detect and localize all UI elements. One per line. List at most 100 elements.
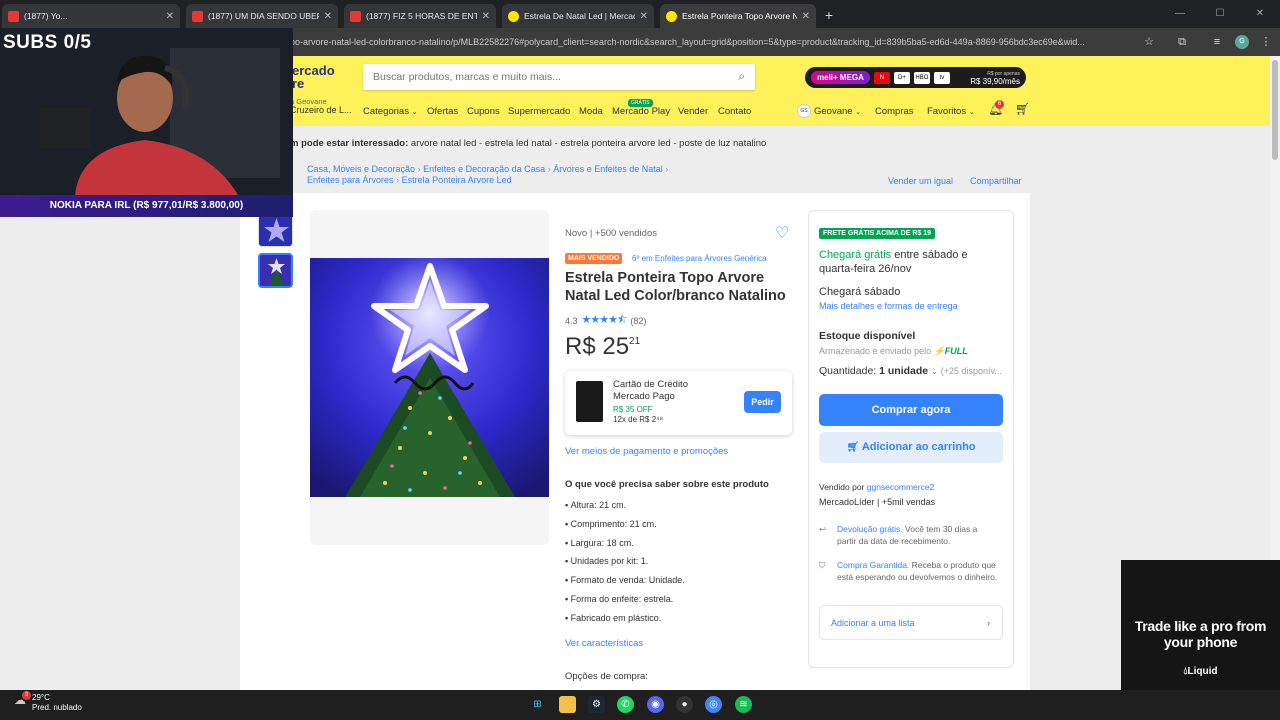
- hbo-logo-icon: HBO: [913, 71, 930, 84]
- nav-contato[interactable]: Contato: [718, 106, 751, 117]
- breadcrumb-link[interactable]: Estrela Ponteira Arvore Led: [402, 175, 512, 185]
- scrollbar-thumb[interactable]: [1272, 60, 1278, 160]
- credit-discount: R$ 35 OFF: [613, 405, 653, 414]
- chrome-icon[interactable]: ◎: [705, 696, 722, 713]
- tab-title: (1877) Yo...: [24, 11, 68, 21]
- breadcrumb-link[interactable]: Enfeites e Decoração da Casa: [423, 164, 545, 174]
- appletv-logo-icon: tv: [933, 71, 950, 84]
- delivery-details-link[interactable]: Mais detalhes e formas de entrega: [819, 301, 958, 311]
- payment-methods-link[interactable]: Ver meios de pagamento e promoções: [565, 446, 728, 457]
- bookmark-star-icon[interactable]: ☆: [1141, 34, 1157, 50]
- steam-icon[interactable]: ⚙: [588, 696, 605, 713]
- subs-counter: SUBS 0/5: [3, 32, 92, 53]
- windows-start-icon[interactable]: ⊞: [529, 696, 546, 713]
- nav-categorias[interactable]: Categorias ⌄: [363, 106, 417, 117]
- weather-badge: 3: [22, 691, 31, 700]
- product-photo[interactable]: [310, 258, 549, 497]
- notification-count-badge: 6: [995, 100, 1004, 109]
- thumbnail-selected[interactable]: [258, 253, 293, 288]
- share-link[interactable]: Compartilhar: [970, 176, 1022, 186]
- mercadolivre-logo[interactable]: ercado re: [292, 64, 335, 90]
- seller-reputation: MercadoLíder | +5mil vendas: [819, 497, 936, 507]
- request-card-button[interactable]: Pedir: [744, 391, 781, 413]
- specs-list: Altura: 21 cm. Comprimento: 21 cm. Largu…: [565, 500, 685, 632]
- rating-value: 4.3: [565, 315, 578, 326]
- close-icon[interactable]: ✕: [802, 11, 810, 22]
- breadcrumb-link[interactable]: Casa, Móveis e Decoração: [307, 164, 415, 174]
- close-icon[interactable]: ✕: [640, 11, 648, 22]
- search-box: ⌕: [363, 64, 755, 90]
- close-icon[interactable]: ✕: [482, 11, 490, 22]
- profile-avatar[interactable]: G: [1235, 35, 1249, 49]
- tab-5-active[interactable]: Estrela Ponteira Topo Arvore N... ✕: [660, 4, 816, 28]
- credit-card-icon: [576, 381, 603, 422]
- view-features-link[interactable]: Ver características: [565, 638, 643, 649]
- meli-plus-banner[interactable]: meli+ MEGA N D+ HBO tv R$ por apenas R$ 3…: [805, 67, 1026, 88]
- extensions-icon[interactable]: ⧉: [1174, 34, 1190, 50]
- new-tab-button[interactable]: +: [820, 6, 838, 24]
- shield-icon: ⛉: [819, 560, 826, 570]
- breadcrumb: Casa, Móveis e Decoração › Enfeites e De…: [307, 164, 669, 185]
- add-to-list-button[interactable]: Adicionar a uma lista ›: [819, 605, 1003, 640]
- cart-icon[interactable]: 🛒︎: [1015, 102, 1030, 116]
- file-explorer-icon[interactable]: [559, 696, 576, 713]
- ad-overlay: Trade like a pro from your phone 💧︎Liqui…: [1121, 560, 1280, 690]
- youtube-icon: [8, 10, 19, 22]
- favorite-heart-icon[interactable]: ♡: [775, 223, 789, 243]
- close-icon[interactable]: ✕: [166, 11, 174, 22]
- search-input[interactable]: [363, 64, 713, 90]
- weather-widget[interactable]: ☁ 3 29°C Pred. nublado: [14, 691, 82, 713]
- url-field[interactable]: po-arvore-natal-led-colorbranco-natalino…: [290, 33, 1140, 51]
- sell-same-link[interactable]: Vender um igual: [888, 176, 953, 186]
- ranking-link[interactable]: 6º em Enfeites para Árvores Genérica: [632, 254, 767, 263]
- nav-moda[interactable]: Moda: [579, 106, 603, 117]
- logo-text: re: [292, 76, 305, 91]
- tab-2[interactable]: (1877) UM DIA SENDO UBER - ... ✕: [186, 4, 338, 28]
- youtube-icon: [350, 10, 361, 22]
- free-return-perk: ↩ Devolução grátis. Você tem 30 dias a pa…: [819, 524, 978, 546]
- ad-brand: 💧︎Liquid: [1183, 666, 1218, 677]
- free-tag: GRÁTIS: [628, 99, 653, 107]
- quantity-selector[interactable]: Quantidade: 1 unidade ⌄ (+25 disponív...: [819, 365, 1002, 377]
- seller-link[interactable]: ggnsecommerce2: [867, 482, 935, 492]
- nav-mercado-play[interactable]: GRÁTIS Mercado Play: [612, 99, 670, 117]
- ad-headline: Trade like a pro from your phone: [1134, 618, 1267, 650]
- tab-4[interactable]: Estrela De Natal Led | Mercad... ✕: [502, 4, 654, 28]
- spotify-icon[interactable]: ≋: [735, 696, 752, 713]
- tab-title: Estrela De Natal Led | Mercad...: [524, 11, 635, 21]
- nav-vender[interactable]: Vender: [678, 106, 708, 117]
- obs-icon[interactable]: ●: [676, 696, 693, 713]
- close-icon[interactable]: ✕: [324, 11, 332, 22]
- related-links[interactable]: arvore natal led - estrela led natal - e…: [411, 138, 766, 149]
- best-seller-badge: MAIS VENDIDO: [565, 253, 623, 264]
- maximize-icon[interactable]: ☐: [1200, 0, 1240, 28]
- add-to-cart-button[interactable]: 🛒︎ Adicionar ao carrinho: [819, 432, 1003, 463]
- thumbnail[interactable]: [258, 212, 293, 247]
- nav-ofertas[interactable]: Ofertas: [427, 106, 458, 117]
- delivery-estimate-2: Chegará sábado: [819, 286, 901, 298]
- user-avatar[interactable]: GS: [797, 104, 811, 118]
- minimize-icon[interactable]: —: [1160, 0, 1200, 28]
- close-window-icon[interactable]: ✕: [1240, 0, 1280, 28]
- related-label: m pode estar interessado:: [290, 138, 409, 149]
- breadcrumb-link[interactable]: Árvores e Enfeites de Natal: [553, 164, 663, 174]
- return-arrow-icon: ↩: [819, 524, 827, 534]
- tab-3[interactable]: (1877) FIZ 5 HORAS DE ENTRE... ✕: [344, 4, 496, 28]
- whatsapp-icon[interactable]: ✆: [617, 696, 634, 713]
- nav-supermercado[interactable]: Supermercado: [508, 106, 570, 117]
- tab-1[interactable]: (1877) Yo... ✕: [2, 4, 180, 28]
- rating[interactable]: 4.3 ★★★★⯪ (82): [565, 311, 646, 330]
- user-menu[interactable]: Geovane ⌄: [814, 106, 861, 117]
- nav-favoritos[interactable]: Favoritos ⌄: [927, 106, 975, 117]
- search-icon[interactable]: ⌕: [738, 69, 745, 84]
- menu-kebab-icon[interactable]: ⋮: [1258, 34, 1274, 50]
- buy-now-button[interactable]: Comprar agora: [819, 394, 1003, 426]
- media-icon[interactable]: ≡: [1209, 34, 1225, 50]
- delivery-address[interactable]: a Geovane Cruzeiro de L...: [290, 98, 352, 115]
- delivery-estimate: Chegará grátis entre sábado e quarta-fei…: [819, 249, 968, 275]
- nav-cupons[interactable]: Cupons: [467, 106, 500, 117]
- nav-compras[interactable]: Compras: [875, 106, 914, 117]
- tab-title: (1877) UM DIA SENDO UBER - ...: [208, 11, 319, 21]
- breadcrumb-link[interactable]: Enfeites para Árvores: [307, 175, 394, 185]
- discord-icon[interactable]: ◉: [647, 696, 664, 713]
